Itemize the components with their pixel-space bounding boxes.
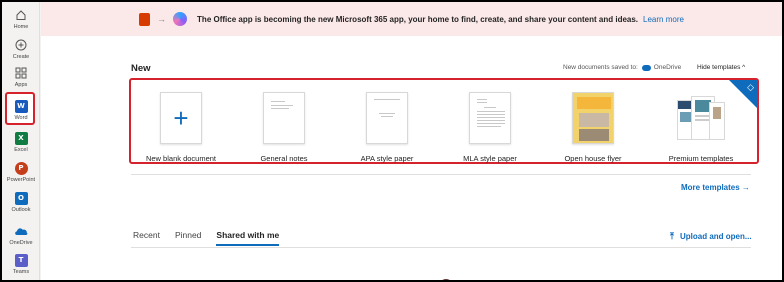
- home-icon: [14, 8, 28, 22]
- open-house-flyer-thumbnail: [572, 92, 614, 144]
- rail-label: Teams: [12, 269, 30, 275]
- left-rail: Home Create Apps W Word X Excel P PowerP…: [2, 2, 40, 280]
- tab-shared-with-me[interactable]: Shared with me: [216, 230, 280, 246]
- rail-label: Outlook: [11, 207, 31, 213]
- rail-item-onedrive[interactable]: OneDrive: [2, 222, 40, 252]
- saved-to-label: New documents saved to:: [563, 64, 638, 71]
- template-apa-style-paper[interactable]: APA style paper: [337, 92, 437, 163]
- rail-label: Home: [13, 24, 29, 30]
- hide-templates-label: Hide templates: [697, 64, 741, 71]
- mla-paper-thumbnail: [469, 92, 511, 144]
- blank-document-thumbnail: +: [160, 92, 202, 144]
- rail-label: Apps: [14, 82, 28, 88]
- main-content: New New documents saved to: OneDrive Hid…: [41, 36, 782, 280]
- template-label: Open house flyer: [564, 154, 622, 163]
- microsoft-365-logo-icon: [173, 12, 188, 26]
- apa-paper-thumbnail: [366, 92, 408, 144]
- announcement-banner: → The Office app is becoming the new Mic…: [41, 2, 782, 36]
- word-icon: W: [14, 99, 28, 113]
- template-label: Premium templates: [668, 154, 734, 163]
- rail-label: Excel: [14, 147, 28, 153]
- template-general-notes[interactable]: General notes: [234, 92, 334, 163]
- template-label: New blank document: [145, 154, 217, 163]
- hide-templates-button[interactable]: Hide templates ^: [697, 64, 745, 71]
- template-label: General notes: [260, 154, 308, 163]
- templates-highlight-box: + New blank document General notes APA s…: [129, 78, 759, 164]
- banner-icons: →: [139, 12, 188, 26]
- template-mla-style-paper[interactable]: MLA style paper: [440, 92, 540, 163]
- template-label: APA style paper: [360, 154, 414, 163]
- apps-grid-icon: [14, 66, 28, 80]
- chevron-up-icon: ^: [742, 64, 746, 71]
- plus-icon: +: [173, 103, 189, 133]
- plus-circle-icon: [14, 38, 28, 52]
- tab-pinned[interactable]: Pinned: [175, 230, 201, 246]
- rail-item-outlook[interactable]: O Outlook: [2, 189, 40, 219]
- saved-to-location[interactable]: OneDrive: [654, 64, 681, 71]
- onedrive-icon: [14, 224, 28, 238]
- general-notes-thumbnail: [263, 92, 305, 144]
- template-label: MLA style paper: [463, 154, 517, 163]
- rail-label: OneDrive: [9, 240, 33, 246]
- template-new-blank-document[interactable]: + New blank document: [131, 92, 231, 163]
- office-logo-icon: [139, 12, 151, 26]
- tab-recent[interactable]: Recent: [133, 230, 160, 246]
- excel-icon: X: [14, 131, 28, 145]
- rail-item-create[interactable]: Create: [2, 36, 40, 66]
- rail-item-teams[interactable]: T Teams: [2, 251, 40, 280]
- diamond-icon: ◇: [747, 82, 754, 92]
- save-location: New documents saved to: OneDrive: [563, 64, 681, 71]
- upload-icon: ⤒: [670, 231, 674, 241]
- upload-label: Upload and open...: [679, 232, 752, 241]
- premium-templates-thumbnail: [673, 92, 729, 144]
- rail-label: Create: [12, 54, 30, 60]
- file-tabs: Recent Pinned Shared with me: [133, 230, 294, 246]
- rail-item-home[interactable]: Home: [2, 6, 40, 36]
- banner-text: The Office app is becoming the new Micro…: [197, 14, 639, 24]
- template-open-house-flyer[interactable]: Open house flyer: [543, 92, 643, 163]
- rail-item-apps[interactable]: Apps: [2, 64, 40, 94]
- rail-item-word[interactable]: W Word: [2, 97, 40, 127]
- teams-icon: T: [14, 253, 28, 267]
- onedrive-cloud-icon: [641, 64, 651, 71]
- more-templates-link[interactable]: More templates →: [681, 183, 750, 192]
- rail-label: Word: [14, 115, 28, 121]
- learn-more-link[interactable]: Learn more: [643, 15, 684, 24]
- rail-item-powerpoint[interactable]: P PowerPoint: [2, 159, 40, 189]
- avatar: [439, 279, 453, 280]
- new-heading: New: [131, 63, 151, 74]
- rail-item-excel[interactable]: X Excel: [2, 129, 40, 159]
- outlook-icon: O: [14, 191, 28, 205]
- arrow-right-icon: →: [157, 14, 167, 24]
- rail-label: PowerPoint: [6, 177, 36, 183]
- app-window: Home Create Apps W Word X Excel P PowerP…: [2, 2, 782, 280]
- tabs-divider: [131, 247, 751, 248]
- powerpoint-icon: P: [14, 161, 28, 175]
- section-divider: [131, 174, 751, 175]
- upload-and-open-button[interactable]: ⤒ Upload and open...: [670, 231, 752, 242]
